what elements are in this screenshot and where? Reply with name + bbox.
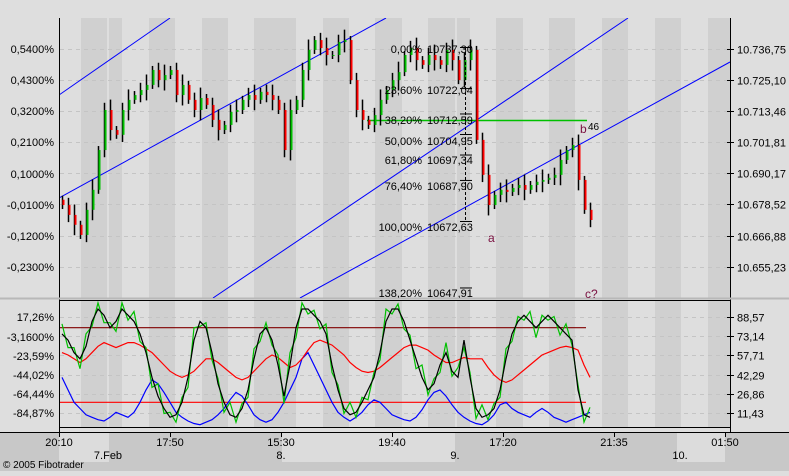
ind-left-tick: -23,59% — [13, 351, 54, 363]
time-tick: 01:50 — [711, 437, 739, 449]
fib-value-label: 10672,63 — [427, 222, 473, 234]
fib-percent-label: 23,60% — [385, 85, 423, 97]
fib-percent-label: 50,00% — [385, 136, 423, 148]
left-tick: 0,5400% — [11, 44, 55, 56]
fib-percent-label: 38,20% — [385, 115, 423, 127]
copyright: © 2005 Fibotrader — [3, 460, 84, 471]
right-tick-label: 10.725,10 — [737, 76, 786, 88]
left-tick: 0,2100% — [11, 137, 55, 149]
right-tick-label: 10.713,46 — [737, 107, 786, 119]
session-band — [109, 18, 122, 298]
time-tick: 19:40 — [378, 437, 406, 449]
date-tick: 10. — [672, 450, 687, 462]
time-tick: 21:35 — [600, 437, 628, 449]
session-band — [149, 18, 175, 298]
left-tick: -0,1200% — [7, 231, 54, 243]
session-band — [149, 301, 175, 427]
ind-left-tick: -84,87% — [13, 408, 54, 420]
session-band — [655, 18, 681, 298]
ind-right-tick-label: 26,86 — [737, 390, 765, 402]
time-tick: 15:30 — [267, 437, 295, 449]
wave-label-a: a — [488, 231, 495, 245]
left-tick: 0,4300% — [11, 75, 55, 87]
session-band — [602, 18, 628, 298]
fib-percent-label: 100,00% — [379, 222, 423, 234]
fib-percent-label: 76,40% — [385, 181, 423, 193]
left-tick: -0,2300% — [7, 262, 54, 274]
fib-value-label: 10722,04 — [427, 85, 473, 97]
wave-count: 46 — [588, 122, 600, 133]
date-tick: 7.Feb — [94, 450, 122, 462]
ind-right-tick-label: 57,71 — [737, 351, 765, 363]
fib-value-label: 10704,95 — [427, 136, 473, 148]
ind-left-tick: -44,02% — [13, 370, 54, 382]
ind-left-tick: -3,1600% — [7, 332, 54, 344]
session-band — [708, 18, 730, 298]
fibotrader-chart[interactable]: 0,5400% 0,4300% 0,3200% 0,2100% 0,1000% … — [0, 0, 789, 471]
right-tick-label: 10.678,52 — [737, 200, 786, 212]
right-tick-label: 10.736,75 — [737, 45, 786, 57]
left-tick: 0,1000% — [11, 169, 55, 181]
fib-value-label: 10697,34 — [427, 155, 473, 167]
time-tick: 17:50 — [156, 437, 184, 449]
ind-left-tick: -64,44% — [13, 389, 54, 401]
axis-band — [282, 432, 455, 462]
session-band — [602, 301, 628, 427]
right-tick-label: 10.690,17 — [737, 169, 786, 181]
session-band — [81, 18, 107, 298]
ind-left-tick: 17,26% — [17, 312, 55, 324]
session-band — [708, 301, 730, 427]
session-band — [202, 18, 228, 298]
session-band — [549, 18, 575, 298]
right-tick-label: 10.666,88 — [737, 232, 786, 244]
right-tick-label: 10.655,23 — [737, 263, 786, 275]
ind-right-tick-label: 73,14 — [737, 332, 765, 344]
fib-value-label: 10687,90 — [427, 181, 473, 193]
session-band — [496, 18, 523, 298]
session-band — [655, 301, 681, 427]
session-band — [375, 301, 402, 427]
date-tick: 8. — [276, 450, 285, 462]
fib-percent-label: 61,80% — [385, 155, 423, 167]
session-band — [109, 301, 122, 427]
date-tick: 9. — [450, 450, 459, 462]
ind-right-tick-label: 11,43 — [737, 409, 764, 421]
wave-label-b: b — [580, 122, 587, 136]
left-tick: -0,0100% — [7, 200, 54, 212]
ind-right-tick-label: 88,57 — [737, 313, 765, 325]
ind-right-tick-label: 42,29 — [737, 371, 765, 383]
right-tick-label: 10.701,81 — [737, 138, 786, 150]
fib-percent-label: 0,00% — [391, 44, 422, 56]
fib-value-label: 10737,30 — [427, 44, 473, 56]
time-tick: 17:20 — [489, 437, 517, 449]
time-tick: 20:10 — [45, 437, 73, 449]
left-tick: 0,3200% — [11, 106, 55, 118]
fib-value-label: 10712,59 — [427, 115, 473, 127]
